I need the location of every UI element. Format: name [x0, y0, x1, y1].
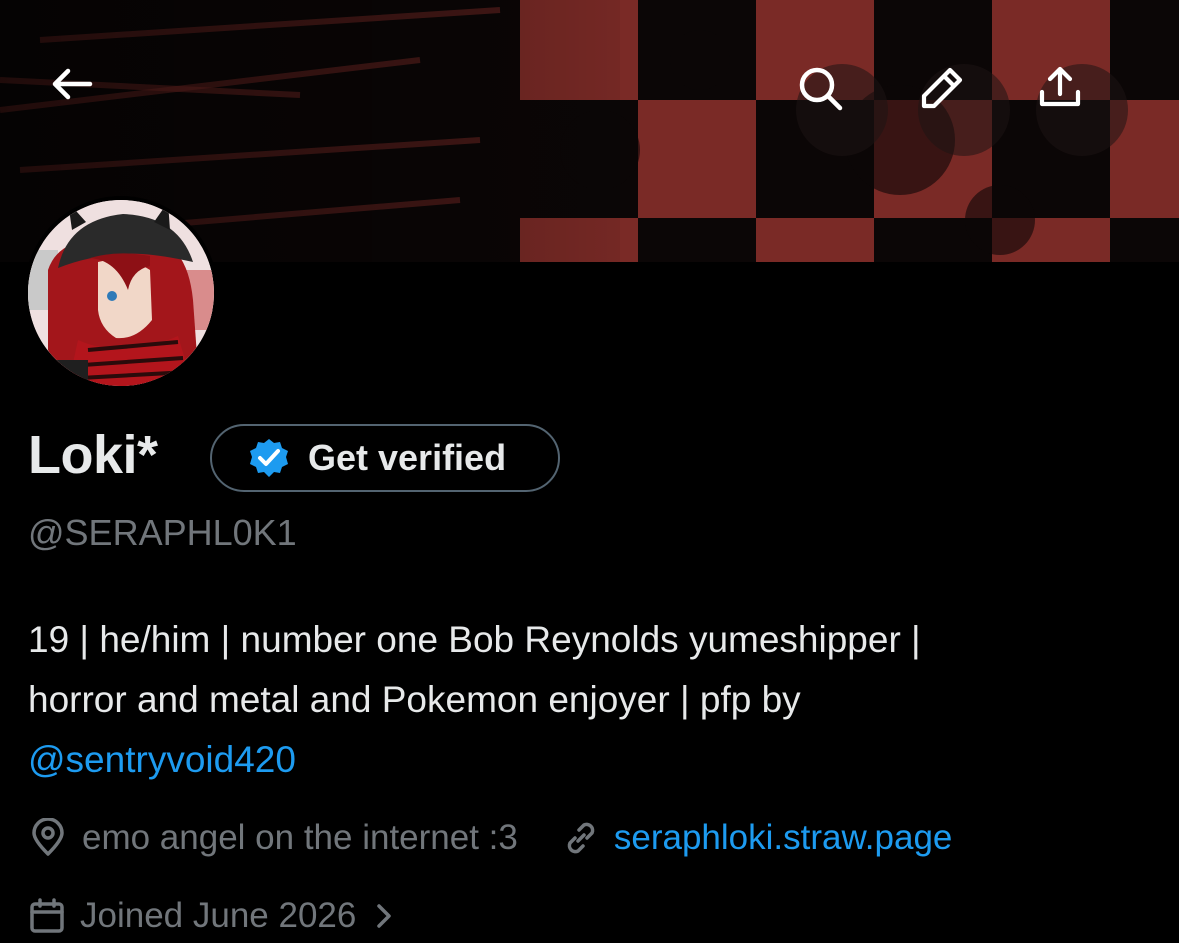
link-icon — [567, 822, 595, 854]
share-icon — [1039, 66, 1081, 107]
avatar-illustration — [28, 200, 214, 386]
bio-line: horror and metal and Pokemon enjoyer | p… — [28, 679, 801, 720]
bio-mention-link[interactable]: @sentryvoid420 — [28, 730, 1158, 790]
share-button[interactable] — [1036, 64, 1128, 156]
get-verified-button[interactable]: Get verified — [210, 424, 560, 492]
pencil-icon — [921, 67, 963, 109]
location-text: emo angel on the internet :3 — [82, 818, 518, 857]
joined-row[interactable]: Joined June 2026 — [28, 890, 408, 942]
joined-text: Joined June 2026 — [80, 896, 357, 935]
get-verified-label: Get verified — [308, 437, 507, 478]
joined-item[interactable]: Joined June 2026 — [28, 896, 408, 936]
search-button[interactable] — [796, 64, 888, 156]
chevron-right-icon[interactable] — [374, 901, 408, 931]
back-button[interactable] — [50, 66, 142, 158]
edit-button[interactable] — [918, 64, 1010, 156]
display-name: Loki* — [28, 425, 158, 485]
arrow-left-icon — [52, 68, 93, 100]
location-pin-icon — [32, 818, 64, 856]
profile-meta-row: emo angel on the internet :3 seraphloki.… — [28, 812, 952, 864]
avatar[interactable] — [24, 196, 218, 390]
website-link[interactable]: seraphloki.straw.page — [614, 818, 953, 858]
calendar-icon — [30, 898, 64, 933]
profile-bio: 19 | he/him | number one Bob Reynolds yu… — [28, 610, 1158, 790]
username-handle: @SERAPHL0K1 — [28, 512, 297, 553]
verified-badge-icon — [248, 437, 290, 479]
avatar-image — [28, 200, 214, 386]
website-item[interactable]: seraphloki.straw.page — [562, 818, 953, 858]
location-item: emo angel on the internet :3 — [28, 818, 518, 858]
bio-line: 19 | he/him | number one Bob Reynolds yu… — [28, 619, 921, 660]
search-icon — [799, 67, 843, 111]
